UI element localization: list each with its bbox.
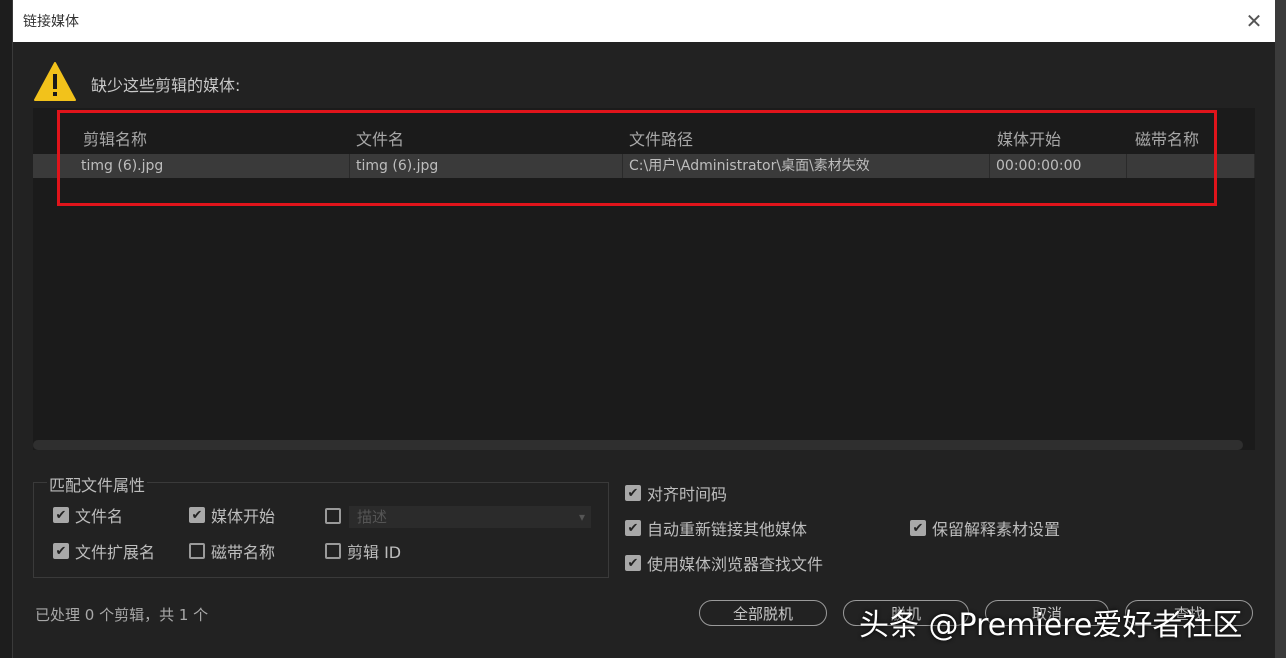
match-properties-label: 匹配文件属性 [47,472,148,496]
cell-file-name: timg (6).jpg [350,154,623,178]
column-header-media-start[interactable]: 媒体开始 [997,126,1061,150]
close-icon[interactable]: ✕ [1239,6,1269,36]
background-app-edge [1275,0,1286,658]
description-dropdown: 描述 ▾ [349,506,591,528]
use-media-browser-checkbox[interactable]: 使用媒体浏览器查找文件 [625,551,823,575]
checkbox-empty-icon [325,508,341,524]
missing-clips-table: 剪辑名称 文件名 文件路径 媒体开始 磁带名称 timg (6).jpg tim… [33,108,1255,450]
auto-relink-checkbox[interactable]: 自动重新链接其他媒体 [625,516,807,540]
match-file-name-checkbox[interactable]: 文件名 [53,503,123,527]
match-clip-id-checkbox[interactable]: 剪辑 ID [325,539,401,563]
match-file-extension-checkbox[interactable]: 文件扩展名 [53,539,155,563]
column-header-file-name[interactable]: 文件名 [356,126,404,150]
table-row[interactable]: timg (6).jpg timg (6).jpg C:\用户\Administ… [33,154,1255,178]
checkbox-checked-icon [625,520,641,536]
preserve-interpret-footage-checkbox[interactable]: 保留解释素材设置 [910,516,1060,540]
cell-tape-name [1127,154,1255,178]
title-bar: 链接媒体 ✕ [13,0,1275,42]
checkbox-empty-icon [325,543,341,559]
cell-clip-name: timg (6).jpg [75,154,350,178]
dialog-title: 链接媒体 [23,14,79,30]
table-header: 剪辑名称 文件名 文件路径 媒体开始 磁带名称 [33,126,1255,152]
offline-all-button[interactable]: 全部脱机 [699,600,827,626]
status-text: 已处理 0 个剪辑，共 1 个 [35,606,209,624]
match-properties-group [33,482,609,578]
match-description-checkbox[interactable] [325,508,341,524]
column-header-file-path[interactable]: 文件路径 [629,126,693,150]
match-tape-name-checkbox[interactable]: 磁带名称 [189,539,275,563]
match-media-start-checkbox[interactable]: 媒体开始 [189,503,275,527]
cell-file-path: C:\用户\Administrator\桌面\素材失效 [623,154,990,178]
checkbox-empty-icon [189,543,205,559]
checkbox-checked-icon [625,555,641,571]
horizontal-scrollbar[interactable] [33,440,1243,450]
warning-icon [34,62,76,101]
cell-media-start: 00:00:00:00 [990,154,1127,178]
link-media-dialog: 链接媒体 ✕ 缺少这些剪辑的媒体: 剪辑名称 文件名 文件路径 媒体开始 磁带名… [12,0,1276,658]
column-header-clip-name[interactable]: 剪辑名称 [83,126,147,150]
checkbox-checked-icon [53,507,69,523]
chevron-down-icon: ▾ [578,510,585,524]
missing-media-message: 缺少这些剪辑的媒体: [91,76,241,95]
column-header-tape-name[interactable]: 磁带名称 [1135,126,1199,150]
checkbox-checked-icon [910,520,926,536]
checkbox-checked-icon [625,485,641,501]
checkbox-checked-icon [53,543,69,559]
checkbox-checked-icon [189,507,205,523]
watermark-text: 头条 @Premiere爱好者社区 [859,608,1243,643]
align-timecode-checkbox[interactable]: 对齐时间码 [625,481,727,505]
